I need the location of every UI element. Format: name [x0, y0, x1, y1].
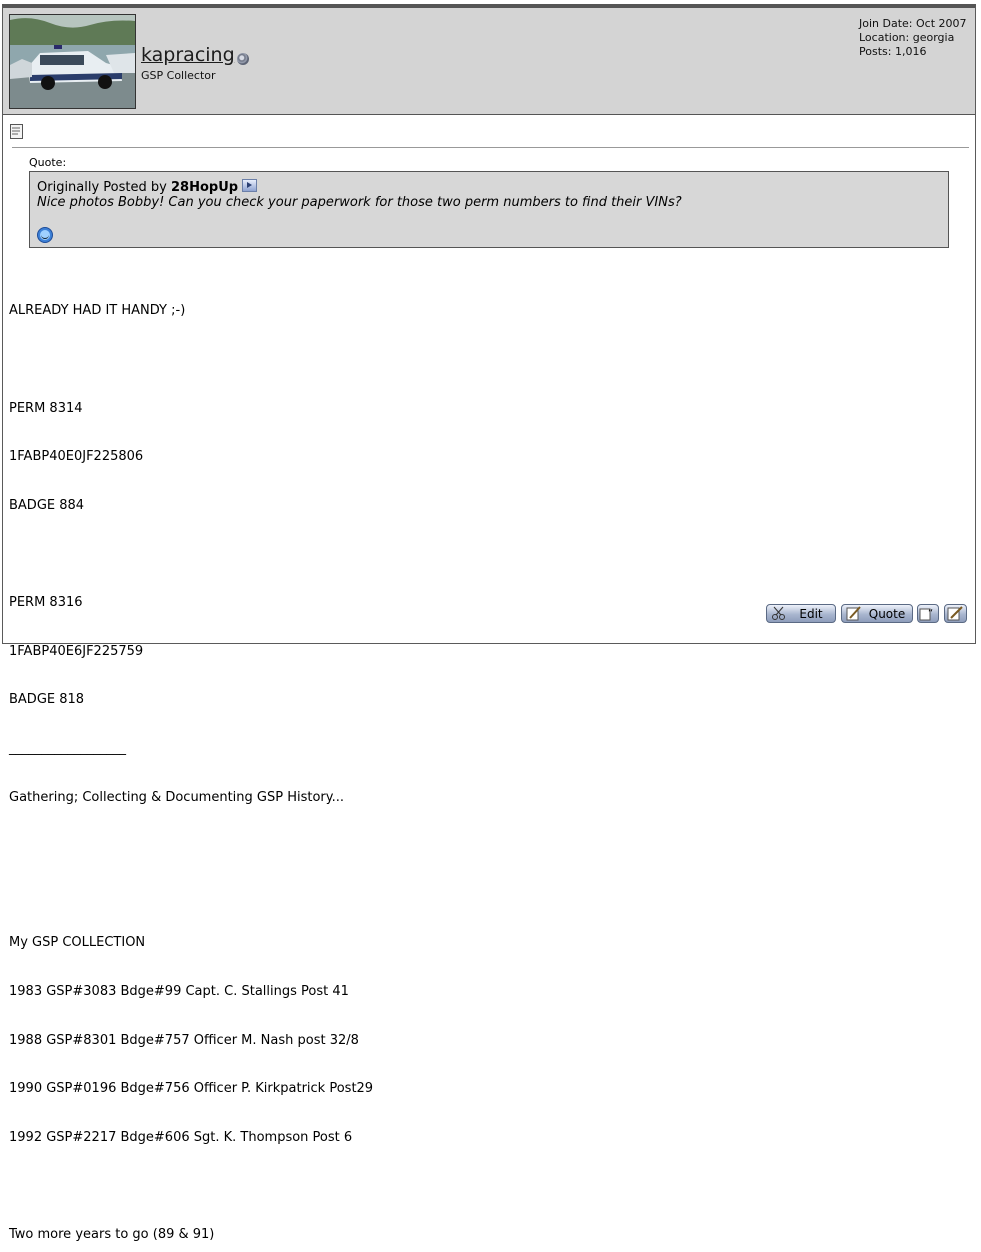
avatar-image — [10, 15, 135, 108]
multi-quote-button[interactable]: “ — [917, 604, 939, 623]
post-line — [9, 546, 373, 562]
location: Location: georgia — [859, 31, 955, 44]
signature-line: 1988 GSP#8301 Bdge#757 Officer M. Nash p… — [9, 1032, 359, 1048]
post-icon — [10, 124, 23, 139]
originally-posted-by: Originally Posted by — [37, 180, 167, 195]
edit-button[interactable]: Edit — [766, 604, 836, 623]
quote-author: 28HopUp — [170, 180, 239, 195]
username-link[interactable]: kapracing — [141, 44, 235, 66]
post-line — [9, 352, 373, 368]
divider — [12, 147, 969, 148]
avatar[interactable] — [9, 14, 136, 109]
svg-text:“: “ — [928, 608, 933, 619]
post-line: BADGE 818 — [9, 692, 85, 708]
post-line — [9, 887, 373, 903]
post-container: kapracing GSP Collector Join Date: Oct 2… — [2, 4, 976, 1242]
signature-separator: __________________ — [9, 740, 126, 756]
post-line: 1FABP40E0JF225806 — [9, 449, 144, 465]
post-line — [9, 838, 373, 854]
quote-pencil-icon — [846, 606, 861, 621]
quote-header: Originally Posted by 28HopUp — [37, 179, 941, 195]
post-line: 1FABP40E6JF225759 — [9, 643, 144, 659]
smiley-icon — [37, 227, 53, 243]
reply-button[interactable] — [944, 604, 967, 623]
reply-pencil-icon — [947, 605, 963, 620]
join-date: Join Date: Oct 2007 — [859, 17, 967, 30]
signature-line: My GSP COLLECTION — [9, 935, 146, 951]
view-post-arrow-icon[interactable] — [242, 179, 258, 192]
signature-line: Two more years to go (89 & 91) — [9, 1226, 215, 1242]
quote-button[interactable]: Quote — [841, 604, 913, 623]
user-info-bar: kapracing GSP Collector Join Date: Oct 2… — [3, 8, 975, 115]
signature-line: Gathering; Collecting & Documenting GSP … — [9, 789, 345, 805]
signature-line: 1990 GSP#0196 Bdge#756 Officer P. Kirkpa… — [9, 1081, 374, 1097]
user-title: GSP Collector — [141, 69, 216, 82]
post-line: PERM 8314 — [9, 400, 83, 416]
quote-box: Originally Posted by 28HopUp Nice photos… — [29, 171, 949, 248]
signature-line: 1983 GSP#3083 Bdge#99 Capt. C. Stallings… — [9, 983, 349, 999]
scissors-icon — [772, 606, 785, 620]
quote-text: Nice photos Bobby! Can you check your pa… — [37, 195, 682, 210]
post-line: BADGE 884 — [9, 497, 85, 513]
post-line: ALREADY HAD IT HANDY ;-) — [9, 303, 186, 319]
signature-line: 1992 GSP#2217 Bdge#606 Sgt. K. Thompson … — [9, 1129, 353, 1145]
quote-label: Quote: — [29, 156, 67, 169]
post-line: PERM 8316 — [9, 595, 83, 611]
post-count: Posts: 1,016 — [859, 45, 927, 58]
post-body: ALREADY HAD IT HANDY ;-) PERM 8314 1FABP… — [9, 271, 373, 1252]
online-status-icon — [237, 53, 249, 65]
user-details: Join Date: Oct 2007 Location: georgia Po… — [859, 17, 967, 59]
post-line — [9, 1178, 373, 1194]
multi-quote-icon: “ — [919, 608, 933, 620]
